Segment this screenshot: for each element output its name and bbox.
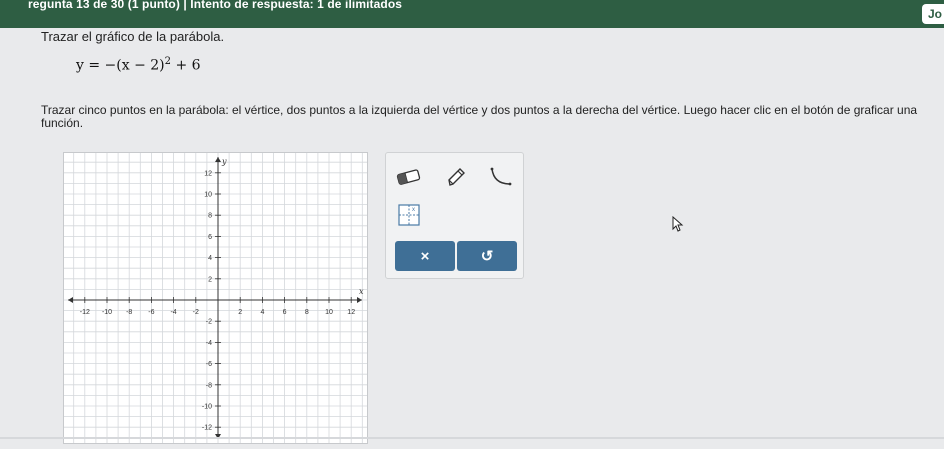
pencil-icon[interactable] [442,163,470,191]
x-axis-arrow [357,297,362,303]
y-tick-label: -4 [206,340,212,347]
svg-text:x: x [412,207,415,213]
y-axis-arrow [215,157,221,162]
y-tick-label: 8 [208,213,212,220]
y-tick-label: 10 [204,192,212,199]
task-description: Trazar cinco puntos en la parábola: el v… [41,103,918,130]
mouse-cursor-icon [672,215,684,237]
x-tick-label: -8 [126,309,132,316]
eraser-icon[interactable] [395,163,423,191]
x-axis-arrow [68,297,73,303]
undo-button[interactable]: ↺ [457,241,517,271]
x-tick-label: -10 [102,309,112,316]
x-tick-label: -2 [193,309,199,316]
equation-main: y = −(x − 2) [76,57,165,74]
x-tick-label: -4 [170,309,176,316]
x-tick-label: -12 [80,309,90,316]
coordinate-grid[interactable]: -12 -10 -8 -6 -4 -2 2 4 6 8 10 12 12 10 8 6 4 2 -2 -4 -6 -8 -1… [64,153,367,443]
question-instruction: Trazar el gráfico de la parábola. [41,29,225,44]
x-tick-label: -6 [148,309,154,316]
y-tick-label: 4 [208,255,212,262]
y-tick-label: 2 [208,276,212,283]
x-tick-label: 6 [283,309,287,316]
parabola-icon[interactable] [487,163,515,191]
graph-function-icon[interactable]: x [395,201,423,229]
x-tick-label: 12 [347,309,355,316]
page-divider [0,437,944,439]
y-tick-label: -6 [206,361,212,368]
x-tick-label: 10 [325,309,333,316]
x-axis-label: x [359,287,364,296]
y-tick-label: 12 [204,170,212,177]
graph-toolbox: x × ↺ [385,152,524,279]
x-tick-label: 8 [305,309,309,316]
y-tick-label: -8 [206,382,212,389]
y-tick-label: -2 [206,319,212,326]
clear-button[interactable]: × [395,241,455,271]
y-tick-label: -10 [202,404,212,411]
parabola-equation: y = −(x − 2)2 + 6 [76,56,201,74]
graph-area[interactable]: -12 -10 -8 -6 -4 -2 2 4 6 8 10 12 12 10 8 6 4 2 -2 -4 -6 -8 -1… [63,152,368,444]
equation-tail: + 6 [171,57,201,74]
top-header: regunta 13 de 30 (1 punto) | Intento de … [0,0,944,28]
user-tab[interactable]: Jo [922,4,944,24]
y-tick-label: -12 [202,425,212,432]
question-progress: regunta 13 de 30 (1 punto) | Intento de … [28,0,403,11]
x-tick-label: 2 [238,309,242,316]
y-tick-label: 6 [208,234,212,241]
y-axis-label: y [221,157,227,166]
x-tick-label: 4 [260,309,264,316]
